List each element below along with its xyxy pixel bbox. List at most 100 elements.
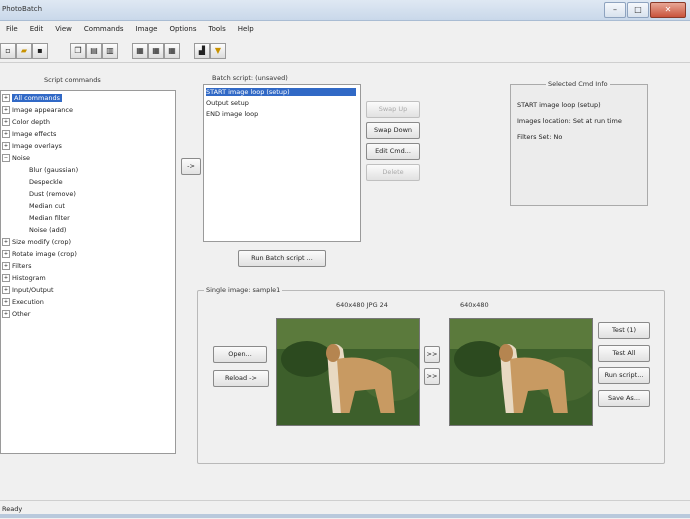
toolbar: ▫ ▰ ▪ ❐ ▤ ▥ ▦ ▦ ▦ ▟ ▼: [0, 40, 690, 63]
save-icon[interactable]: ▪: [32, 43, 48, 59]
expander-icon[interactable]: +: [2, 94, 10, 102]
open-button[interactable]: Open...: [213, 346, 267, 363]
tree-item-label: Other: [12, 310, 31, 318]
copy-icon[interactable]: ❐: [70, 43, 86, 59]
menu-tools[interactable]: Tools: [202, 22, 231, 36]
tree-item[interactable]: + All commands: [2, 94, 62, 102]
cmd-info-line: Filters Set: No: [517, 133, 563, 141]
command-tree[interactable]: + All commands + Image appearance + Color d…: [0, 90, 176, 454]
tree-item[interactable]: Dust (remove): [29, 190, 76, 198]
tree-item-label: Histogram: [12, 274, 46, 282]
tree-item[interactable]: + Image effects: [2, 130, 56, 138]
source-image-caption: 640x480 JPG 24: [336, 301, 388, 309]
test-one-button[interactable]: Test (1): [598, 322, 650, 339]
apply-arrow-button[interactable]: >>: [424, 346, 440, 363]
window-title: PhotoBatch: [2, 5, 43, 13]
expander-icon[interactable]: +: [2, 142, 10, 150]
tree-item[interactable]: + Other: [2, 310, 30, 318]
tree-item[interactable]: + Color depth: [2, 118, 50, 126]
expander-icon[interactable]: +: [2, 298, 10, 306]
cmd-info-line: START image loop (setup): [517, 101, 601, 109]
tree-item[interactable]: Blur (gaussian): [29, 166, 78, 174]
tree-item-label: Size modify (crop): [12, 238, 72, 246]
tree-item-label: All commands: [12, 94, 62, 102]
tree-item[interactable]: + Image overlays: [2, 142, 62, 150]
tree-item[interactable]: Median filter: [29, 214, 70, 222]
menu-commands[interactable]: Commands: [78, 22, 130, 36]
tree-item-label: Execution: [12, 298, 44, 306]
tree-item-label: Color depth: [12, 118, 50, 126]
expander-icon[interactable]: +: [2, 238, 10, 246]
paste-icon[interactable]: ▤: [86, 43, 102, 59]
swap-down-button[interactable]: Swap Down: [366, 122, 420, 139]
expander-icon[interactable]: +: [2, 106, 10, 114]
tree-item[interactable]: + Histogram: [2, 274, 46, 282]
run-batch-script-button[interactable]: Run Batch script ...: [238, 250, 326, 267]
menu-view[interactable]: View: [49, 22, 78, 36]
menu-image[interactable]: Image: [130, 22, 164, 36]
tree-item[interactable]: + Filters: [2, 262, 31, 270]
menu-edit[interactable]: Edit: [24, 22, 50, 36]
test-all-button[interactable]: Test All: [598, 345, 650, 362]
tree-item-label: Image effects: [12, 130, 57, 138]
minimize-icon[interactable]: –: [604, 2, 626, 18]
menu-help[interactable]: Help: [232, 22, 260, 36]
apply-arrow-button[interactable]: >>: [424, 368, 440, 385]
new-icon[interactable]: ▫: [0, 43, 16, 59]
single-image-title: Single image: sample1: [204, 286, 283, 294]
cmd-info-title: Selected Cmd Info: [546, 80, 610, 88]
tree-item-label: Rotate image (crop): [12, 250, 77, 258]
cmd-info-panel: START image loop (setup) Images location…: [510, 84, 648, 206]
tree-item[interactable]: + Size modify (crop): [2, 238, 71, 246]
tree-item-label: Input/Output: [12, 286, 54, 294]
result-image: [449, 318, 593, 426]
tree-item-label: Image appearance: [12, 106, 73, 114]
reload-button[interactable]: Reload ->: [213, 370, 269, 387]
expander-icon[interactable]: +: [2, 250, 10, 258]
expander-icon[interactable]: −: [2, 154, 10, 162]
window-bottom-border: [0, 514, 690, 518]
chart-icon[interactable]: ▟: [194, 43, 210, 59]
tree-item[interactable]: − Noise: [2, 154, 30, 162]
expander-icon[interactable]: +: [2, 286, 10, 294]
expander-icon[interactable]: +: [2, 262, 10, 270]
swap-up-button[interactable]: Swap Up: [366, 101, 420, 118]
menu-bar: File Edit View Commands Image Options To…: [0, 22, 690, 36]
tree-item[interactable]: + Image appearance: [2, 106, 73, 114]
open-icon[interactable]: ▰: [16, 43, 32, 59]
expander-icon[interactable]: +: [2, 310, 10, 318]
tree-item-label: Noise: [12, 154, 31, 162]
tree-item[interactable]: Noise (add): [29, 226, 66, 234]
tree-item-label: Filters: [12, 262, 32, 270]
list-item[interactable]: END image loop: [206, 110, 258, 118]
script-commands-title: Script commands: [44, 76, 101, 84]
expander-icon[interactable]: +: [2, 118, 10, 126]
expander-icon[interactable]: +: [2, 274, 10, 282]
save-as-button[interactable]: Save As...: [598, 390, 650, 407]
expander-icon[interactable]: +: [2, 130, 10, 138]
run-script-button[interactable]: Run script...: [598, 367, 650, 384]
batch-script-title: Batch script: (unsaved): [212, 74, 288, 82]
tree-item[interactable]: Despeckle: [29, 178, 63, 186]
tree-item[interactable]: + Execution: [2, 298, 44, 306]
add-command-button[interactable]: ->: [181, 158, 201, 175]
list-item[interactable]: Output setup: [206, 99, 249, 107]
filter-icon[interactable]: ▼: [210, 43, 226, 59]
menu-options[interactable]: Options: [163, 22, 202, 36]
grid-icon[interactable]: ▦: [148, 43, 164, 59]
list-item[interactable]: START image loop (setup): [206, 88, 356, 96]
source-image: [276, 318, 420, 426]
print-icon[interactable]: ▥: [102, 43, 118, 59]
tree-item-label: Image overlays: [12, 142, 62, 150]
batch-script-list[interactable]: START image loop (setup) Output setup EN…: [203, 84, 361, 242]
delete-button[interactable]: Delete: [366, 164, 420, 181]
grid-icon[interactable]: ▦: [164, 43, 180, 59]
grid-icon[interactable]: ▦: [132, 43, 148, 59]
tree-item[interactable]: Median cut: [29, 202, 65, 210]
menu-file[interactable]: File: [0, 22, 24, 36]
tree-item[interactable]: + Rotate image (crop): [2, 250, 77, 258]
tree-item[interactable]: + Input/Output: [2, 286, 54, 294]
maximize-icon[interactable]: □: [627, 2, 649, 18]
edit-command-button[interactable]: Edit Cmd...: [366, 143, 420, 160]
close-icon[interactable]: ✕: [650, 2, 686, 18]
